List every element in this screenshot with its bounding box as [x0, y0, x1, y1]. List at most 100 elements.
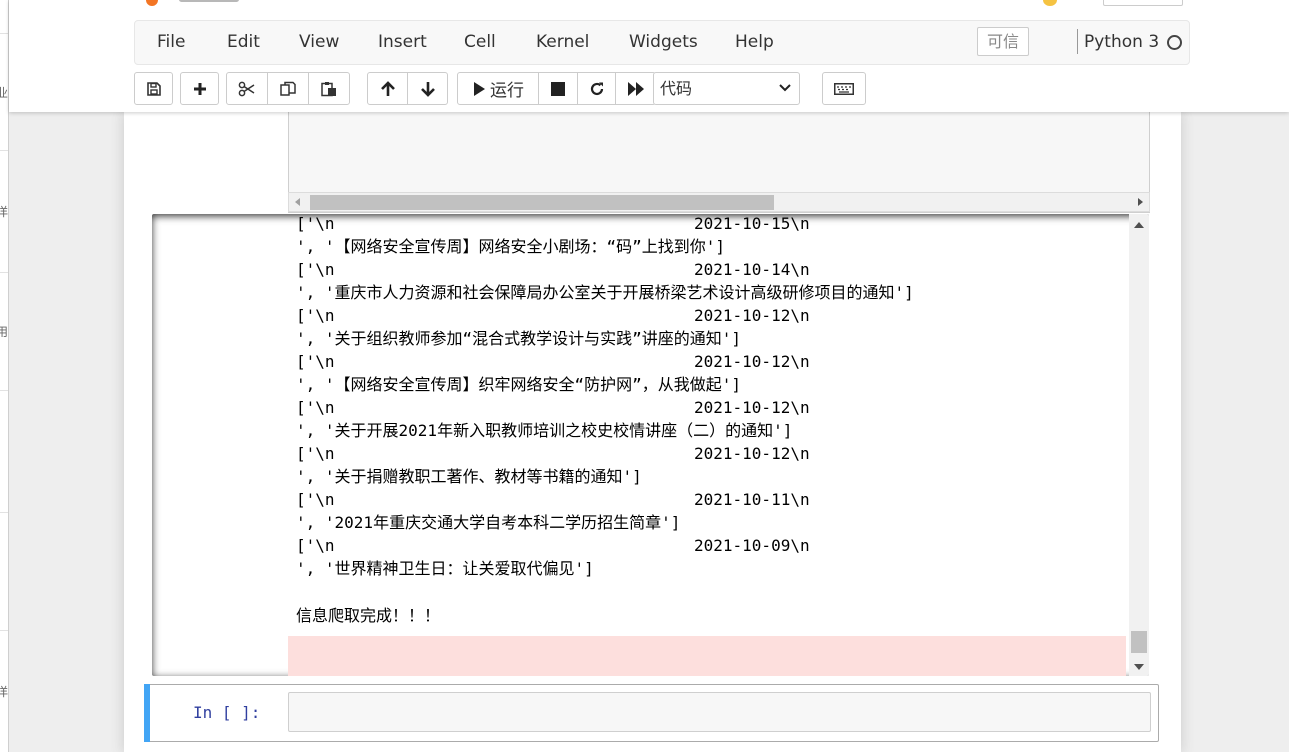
toolbar: 运行 代码 — [134, 72, 1034, 106]
plus-icon — [193, 82, 206, 95]
menu-kernel[interactable]: Kernel — [536, 32, 589, 52]
output-line-date: 2021-10-12\n — [694, 352, 810, 371]
horizontal-scrollbar[interactable] — [288, 192, 1150, 212]
code-cell[interactable]: In [ ]: — [144, 684, 1159, 742]
fast-forward-icon — [627, 81, 644, 96]
scissors-icon — [238, 81, 255, 96]
menu-help[interactable]: Help — [735, 32, 774, 52]
copy-icon — [280, 81, 296, 96]
save-button[interactable] — [134, 72, 173, 105]
move-up-button[interactable] — [367, 72, 408, 105]
cell-edit-marker — [144, 684, 150, 742]
command-palette-button[interactable] — [822, 72, 866, 105]
code-editor[interactable] — [288, 692, 1151, 732]
output-line: ['\n 2021-10-12\n — [296, 350, 1126, 373]
background-text-fragment: 洋 — [0, 685, 8, 699]
scroll-right-icon[interactable] — [1138, 198, 1143, 206]
output-line-text: ', '重庆市人力资源和社会保障局办公室关于开展桥梁艺术设计高级研修项目的通知'… — [296, 283, 914, 302]
output-line: ['\n 2021-10-12\n — [296, 442, 1126, 465]
menu-edit[interactable]: Edit — [227, 32, 260, 52]
notebook-header: File Edit View Insert Cell Kernel Widget… — [9, 0, 1289, 112]
output-line: ['\n 2021-10-11\n — [296, 488, 1126, 511]
kernel-separator — [1077, 29, 1078, 54]
insert-cell-button[interactable] — [180, 72, 219, 105]
output-line-text: ['\n — [296, 214, 335, 233]
save-icon — [146, 81, 161, 96]
output-line-text: ['\n — [296, 444, 335, 463]
output-text: ['\n 2021-10-15\n ', '【网络安全宣传周】网络安全小剧场：“码”… — [296, 214, 1126, 580]
output-line-text: ['\n — [296, 352, 335, 371]
output-line: ', '【网络安全宣传周】网络安全小剧场：“码”上找到你'] — [296, 235, 1126, 258]
scroll-up-icon[interactable] — [1134, 222, 1144, 228]
jupyter-logo-icon[interactable] — [146, 0, 158, 6]
output-line: ', '2021年重庆交通大学自考本科二学历招生简章'] — [296, 511, 1126, 534]
completion-message: 信息爬取完成！！！ — [296, 606, 441, 625]
paste-button[interactable] — [308, 72, 350, 105]
output-line-date: 2021-10-09\n — [694, 536, 810, 555]
output-line: ', '关于开展2021年新入职教师培训之校史校情讲座（二）的通知'] — [296, 419, 1126, 442]
output-line: ', '世界精神卫生日：让关爱取代偏见'] — [296, 557, 1126, 580]
output-line-date: 2021-10-12\n — [694, 444, 810, 463]
notebook-container: ['\n 2021-10-15\n ', '【网络安全宣传周】网络安全小剧场：“码”… — [124, 112, 1181, 752]
output-line-date: 2021-10-15\n — [694, 214, 810, 233]
run-group: 运行 — [457, 72, 656, 105]
kernel-logo-icon — [1043, 0, 1057, 6]
output-line-text: ['\n — [296, 536, 335, 555]
output-line: ['\n 2021-10-15\n — [296, 214, 1126, 235]
output-line-date: 2021-10-11\n — [694, 490, 810, 509]
output-line: ', '【网络安全宣传周】织牢网络安全“防护网”，从我做起'] — [296, 373, 1126, 396]
vertical-scrollbar[interactable] — [1129, 214, 1149, 676]
notebook-title-sliver[interactable] — [179, 0, 239, 2]
input-prompt: In [ ]: — [193, 703, 261, 722]
restart-icon — [590, 82, 603, 95]
run-label: 运行 — [490, 81, 524, 101]
output-line-text: ', '关于捐赠教职工著作、教材等书籍的通知'] — [296, 467, 642, 486]
kernel-name[interactable]: Python 3 — [1084, 32, 1159, 52]
cell-type-select[interactable]: 代码 — [653, 72, 800, 105]
jupyter-window: 业 洋 用 洋 File Edit View Insert Cell Kerne… — [0, 0, 1289, 752]
horizontal-scroll-thumb[interactable] — [310, 195, 774, 210]
insert-group — [180, 72, 219, 105]
menu-cell[interactable]: Cell — [464, 32, 496, 52]
menu-widgets[interactable]: Widgets — [629, 32, 698, 52]
logout-button[interactable] — [1103, 0, 1183, 6]
background-window-strip: 业 洋 用 洋 — [0, 0, 9, 752]
output-line-text: ', '关于开展2021年新入职教师培训之校史校情讲座（二）的通知'] — [296, 421, 793, 440]
menu-insert[interactable]: Insert — [378, 32, 427, 52]
move-group — [367, 72, 448, 105]
paste-icon — [321, 81, 336, 96]
kernel-status-icon — [1167, 35, 1182, 50]
keyboard-group — [822, 72, 866, 105]
vertical-scroll-thumb[interactable] — [1131, 631, 1147, 653]
stderr-output — [288, 636, 1126, 676]
output-line: ['\n 2021-10-12\n — [296, 396, 1126, 419]
output-line-date: 2021-10-12\n — [694, 398, 810, 417]
copy-button[interactable] — [267, 72, 309, 105]
cell-type-value: 代码 — [660, 79, 693, 98]
output-line: ['\n 2021-10-14\n — [296, 258, 1126, 281]
restart-run-all-button[interactable] — [615, 72, 656, 105]
arrow-up-icon — [380, 80, 395, 96]
save-group — [134, 72, 173, 105]
run-button[interactable]: 运行 — [457, 72, 539, 105]
chevron-down-icon — [779, 84, 791, 92]
output-area: ['\n 2021-10-15\n ', '【网络安全宣传周】网络安全小剧场：“码”… — [152, 214, 1149, 676]
scroll-left-icon[interactable] — [295, 198, 300, 206]
interrupt-button[interactable] — [538, 72, 578, 105]
restart-button[interactable] — [577, 72, 616, 105]
move-down-button[interactable] — [407, 72, 448, 105]
output-line: ', '重庆市人力资源和社会保障局办公室关于开展桥梁艺术设计高级研修项目的通知'… — [296, 281, 1126, 304]
output-line-text: ['\n — [296, 398, 335, 417]
background-text-fragment: 用 — [0, 325, 8, 339]
output-line-date: 2021-10-14\n — [694, 260, 810, 279]
output-line-text: ', '关于组织教师参加“混合式教学设计与实践”讲座的通知'] — [296, 329, 742, 348]
background-text-fragment: 洋 — [0, 205, 8, 219]
trusted-indicator[interactable]: 可信 — [977, 27, 1029, 56]
cut-button[interactable] — [226, 72, 268, 105]
menu-view[interactable]: View — [299, 32, 339, 52]
output-line-text: ['\n — [296, 306, 335, 325]
output-line-text: ['\n — [296, 490, 335, 509]
scroll-down-icon[interactable] — [1134, 664, 1144, 670]
menubar: File Edit View Insert Cell Kernel Widget… — [134, 20, 1190, 65]
menu-file[interactable]: File — [157, 32, 185, 52]
